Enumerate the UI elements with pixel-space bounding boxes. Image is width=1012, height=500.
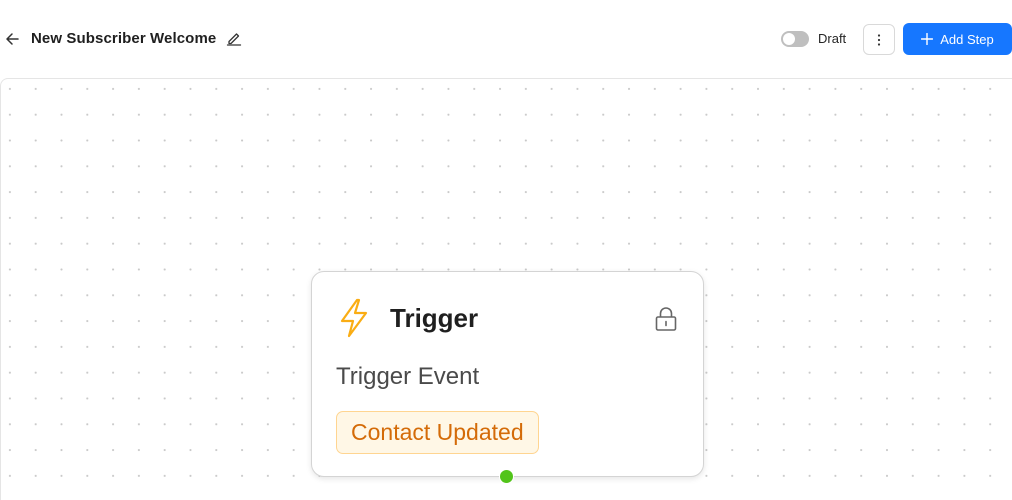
edit-title-button[interactable]: [226, 30, 242, 46]
workflow-canvas[interactable]: Trigger Trigger Event Contact Updated: [0, 78, 1012, 500]
pencil-icon: [226, 33, 242, 46]
node-subtitle: Trigger Event: [336, 363, 480, 390]
back-button[interactable]: [4, 29, 22, 49]
node-title: Trigger: [390, 303, 479, 333]
add-step-label: Add Step: [940, 31, 994, 47]
workflow-title: New Subscriber Welcome: [31, 30, 217, 47]
arrow-left-icon: [6, 33, 19, 45]
trigger-event-badge: Contact Updated: [336, 411, 539, 454]
toggle-knob: [783, 33, 795, 45]
status-toggle[interactable]: [781, 31, 809, 47]
add-step-button[interactable]: Add Step: [903, 23, 1012, 55]
more-options-button[interactable]: [863, 24, 895, 55]
node-output-handle[interactable]: [499, 469, 514, 484]
lightning-bolt-icon: [340, 298, 368, 338]
lock-icon: [655, 307, 677, 331]
trigger-node[interactable]: Trigger Trigger Event Contact Updated: [311, 271, 704, 477]
workflow-header: New Subscriber Welcome Draft Add Step: [0, 0, 1012, 78]
status-label: Draft: [818, 31, 847, 46]
plus-icon: [921, 33, 934, 45]
vertical-ellipsis-icon: [877, 33, 881, 46]
